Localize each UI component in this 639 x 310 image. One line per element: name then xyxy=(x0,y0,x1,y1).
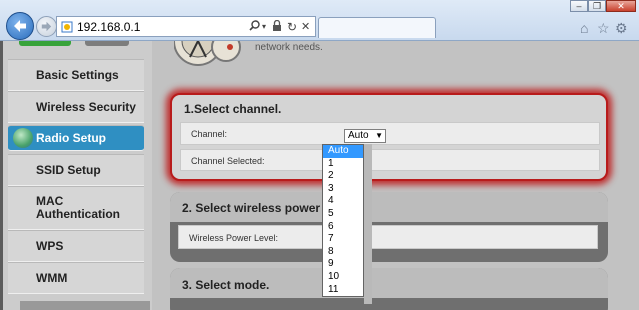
main-content: network needs. 1.Select channel. Channel… xyxy=(152,41,639,310)
sidebar-item-ssid-setup[interactable]: SSID Setup xyxy=(8,154,144,186)
section-title: 3. Select mode. xyxy=(182,278,270,292)
sidebar-item-basic-settings[interactable]: Basic Settings xyxy=(8,59,144,91)
radio-globe-icon xyxy=(13,128,33,148)
section-title: 2. Select wireless power le xyxy=(182,201,334,215)
channel-dropdown-list[interactable]: Auto 1 2 3 4 5 6 7 8 9 10 11 xyxy=(322,144,364,298)
channel-option[interactable]: 4 xyxy=(323,195,363,208)
minimize-button[interactable]: – xyxy=(570,0,588,12)
restore-button[interactable]: ❐ xyxy=(588,0,606,12)
sidebar-next-item[interactable] xyxy=(20,301,150,310)
wireless-graphic-icon xyxy=(174,41,241,66)
sidebar-item-label: MAC Authentication xyxy=(36,194,120,221)
intro-text: network needs. xyxy=(255,42,323,53)
power-level-row: Wireless Power Level: xyxy=(178,225,598,249)
forward-button[interactable] xyxy=(36,16,57,37)
sidebar-item-label: WPS xyxy=(36,239,64,253)
sidebar-item-wps[interactable]: WPS xyxy=(8,230,144,262)
dropdown-shadow xyxy=(364,144,372,304)
channel-select[interactable]: Auto ▼ xyxy=(344,129,386,143)
home-icon[interactable]: ⌂ xyxy=(580,21,588,35)
power-level-label: Wireless Power Level: xyxy=(189,233,279,243)
favorites-star-icon[interactable]: ☆ xyxy=(597,21,610,35)
channel-option[interactable]: 6 xyxy=(323,221,363,234)
sidebar-item-label: SSID Setup xyxy=(36,163,101,177)
sidebar-stripe xyxy=(0,41,3,310)
select-mode-section: 3. Select mode. xyxy=(170,268,608,310)
sidebar-item-radio-setup[interactable]: Radio Setup xyxy=(8,125,144,151)
sidebar-item-mac-authentication[interactable]: MAC Authentication xyxy=(8,186,144,230)
page-favicon-icon xyxy=(61,21,73,33)
router-admin-page: Basic Settings Wireless Security Radio S… xyxy=(0,41,639,310)
channel-option[interactable]: 1 xyxy=(323,158,363,171)
chevron-down-icon: ▼ xyxy=(375,131,383,140)
sidebar-item-label: Radio Setup xyxy=(36,131,107,145)
url-text[interactable]: 192.168.0.1 xyxy=(77,20,140,34)
channel-row: Channel: xyxy=(180,122,600,145)
search-icon[interactable] xyxy=(249,20,260,35)
select-channel-section: 1.Select channel. Channel: Auto ▼ Channe… xyxy=(170,93,608,181)
channel-label: Channel: xyxy=(191,129,228,139)
top-gray-button[interactable] xyxy=(85,41,129,46)
channel-option[interactable]: 7 xyxy=(323,233,363,246)
forward-arrow-icon xyxy=(41,21,52,32)
window-controls: – ❐ ✕ xyxy=(570,0,636,12)
lock-icon xyxy=(272,19,282,36)
channel-option[interactable]: Auto xyxy=(323,145,363,158)
channel-option[interactable]: 11 xyxy=(323,284,363,297)
browser-chrome: 192.168.0.1 ▾ ↻ ✕ – ❐ ✕ ⌂ ☆ ⚙ xyxy=(0,0,639,41)
dropdown-arrow-icon[interactable]: ▾ xyxy=(262,20,266,34)
channel-option[interactable]: 8 xyxy=(323,246,363,259)
address-bar[interactable]: 192.168.0.1 ▾ ↻ ✕ xyxy=(56,16,316,37)
channel-option[interactable]: 10 xyxy=(323,271,363,284)
channel-selected-label: Channel Selected: xyxy=(191,156,265,166)
channel-option[interactable]: 2 xyxy=(323,170,363,183)
settings-gear-icon[interactable]: ⚙ xyxy=(615,21,628,35)
sidebar-item-label: Basic Settings xyxy=(36,68,119,82)
top-green-button[interactable] xyxy=(19,41,71,46)
sidebar-item-wmm[interactable]: WMM xyxy=(8,262,144,294)
back-arrow-icon xyxy=(14,20,26,32)
browser-tab[interactable] xyxy=(318,17,436,38)
sidebar-item-wireless-security[interactable]: Wireless Security xyxy=(8,91,144,123)
close-window-button[interactable]: ✕ xyxy=(606,0,636,12)
channel-option[interactable]: 3 xyxy=(323,183,363,196)
channel-selected-row: Channel Selected: xyxy=(180,149,600,171)
sidebar: Basic Settings Wireless Security Radio S… xyxy=(0,41,152,310)
refresh-icon[interactable]: ↻ xyxy=(287,20,297,34)
channel-option[interactable]: 5 xyxy=(323,208,363,221)
sidebar-item-label: WMM xyxy=(36,271,68,285)
channel-select-value: Auto xyxy=(348,130,369,141)
stop-close-icon[interactable]: ✕ xyxy=(301,20,310,34)
back-button[interactable] xyxy=(6,12,34,40)
section-title: 1.Select channel. xyxy=(184,102,282,116)
channel-option[interactable]: 9 xyxy=(323,258,363,271)
select-power-section: 2. Select wireless power le Wireless Pow… xyxy=(170,192,608,262)
sidebar-item-label: Wireless Security xyxy=(36,100,136,114)
